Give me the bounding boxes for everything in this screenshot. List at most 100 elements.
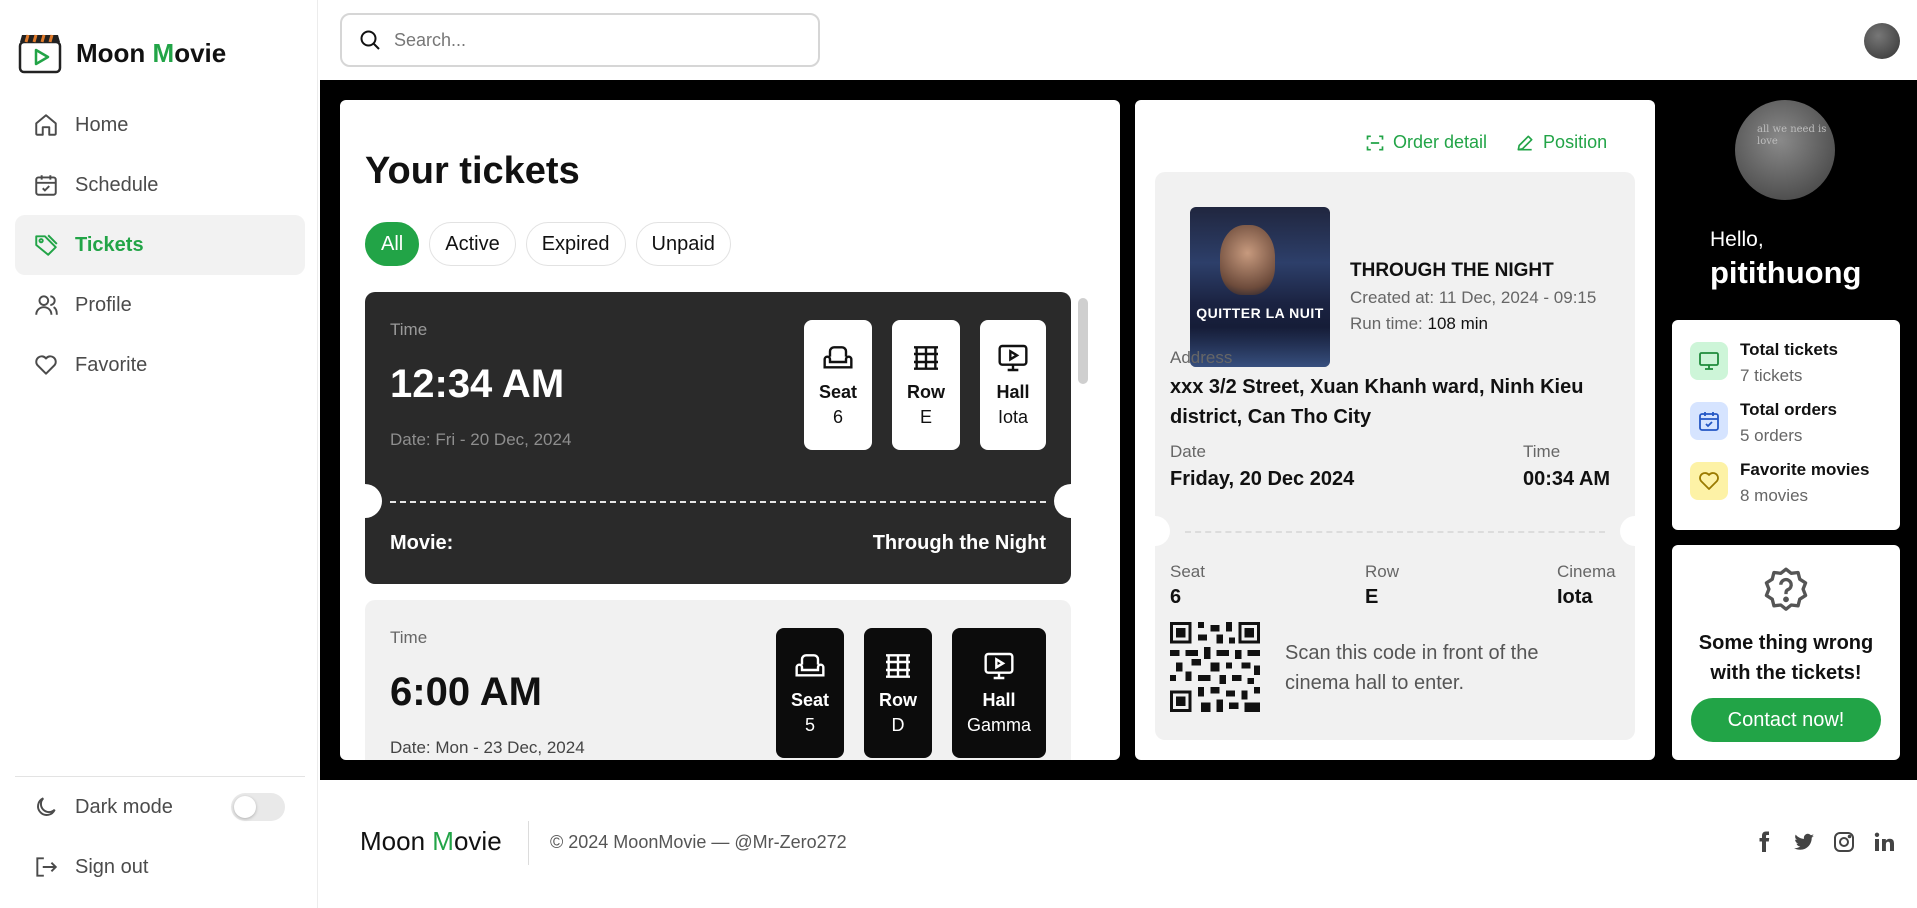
ticket-time-label: Time	[390, 320, 428, 339]
order-detail-button[interactable]: Order detail	[1365, 132, 1487, 153]
hall-label: Hall	[996, 382, 1030, 402]
home-icon	[35, 114, 57, 136]
screen-play-icon	[998, 344, 1028, 372]
header-avatar[interactable]	[1864, 23, 1900, 59]
avatar-text: all we need is love	[1757, 124, 1827, 147]
filter-active[interactable]: Active	[429, 222, 516, 266]
cinema-label: Cinema	[1557, 562, 1616, 581]
date-value: Friday, 20 Dec 2024	[1170, 468, 1355, 490]
social-links	[1752, 830, 1896, 854]
brand[interactable]: Moon Movie	[18, 32, 226, 74]
sidebar-item-schedule[interactable]: Schedule	[15, 155, 305, 215]
tickets-panel: Your tickets All Active Expired Unpaid T…	[340, 100, 1120, 760]
stat-icon-box	[1690, 402, 1728, 440]
hall-label: Hall	[982, 690, 1016, 710]
run-time-label: Run time:	[1350, 314, 1428, 333]
seat-label: Seat	[818, 382, 858, 402]
qr-code-icon	[1170, 622, 1260, 712]
sign-out-icon	[36, 857, 58, 877]
filter-unpaid[interactable]: Unpaid	[635, 222, 731, 266]
poster-face	[1220, 225, 1275, 295]
ticket-notch-left	[365, 484, 382, 518]
time-value: 00:34 AM	[1523, 468, 1611, 490]
run-time-value: 108 min	[1427, 314, 1488, 333]
filter-expired[interactable]: Expired	[525, 222, 626, 266]
ticket-card[interactable]: Time 12:34 AM Date: Fri - 20 Dec, 2024 S…	[365, 292, 1071, 584]
instagram-icon[interactable]	[1832, 830, 1856, 854]
footer-brand[interactable]: Moon Movie	[360, 826, 502, 857]
row-label: Row	[907, 382, 945, 402]
stat-value: 5 orders	[1740, 426, 1803, 445]
movie-label: Movie:	[390, 532, 454, 554]
armchair-icon	[795, 654, 825, 677]
ticket-notch-right	[1054, 484, 1071, 518]
calendar-check-icon	[1699, 412, 1719, 431]
clapperboard-logo-icon	[18, 34, 62, 74]
sidebar-item-tickets[interactable]: Tickets	[15, 215, 305, 275]
run-time: Run time: 108 min	[1350, 314, 1488, 334]
stat-title: Favorite movies	[1740, 460, 1870, 479]
row-box: Row E	[892, 320, 960, 450]
stat-title: Total tickets	[1740, 340, 1838, 359]
brand-name: Moon Movie	[76, 37, 227, 68]
stat-favorite-movies: Favorite movies 8 movies	[1690, 460, 1900, 520]
movie-title: THROUGH THE NIGHT	[1350, 260, 1554, 281]
footer-copyright: © 2024 MoonMovie — @Mr-Zero272	[550, 832, 847, 852]
sidebar: Moon Movie Home Schedule Tickets Profile…	[0, 0, 318, 908]
twitter-icon[interactable]	[1792, 830, 1816, 854]
facebook-icon[interactable]	[1752, 830, 1776, 854]
address-label: Address	[1170, 348, 1233, 367]
position-button[interactable]: Position	[1515, 132, 1607, 153]
ticket-time: 12:34 AM	[390, 362, 565, 406]
position-label: Position	[1543, 132, 1608, 152]
detail-divider	[1185, 531, 1605, 533]
greeting: Hello,	[1710, 228, 1764, 251]
tickets-scrollbar[interactable]	[1078, 298, 1088, 384]
order-detail-label: Order detail	[1393, 132, 1488, 152]
row-value: E	[919, 407, 932, 427]
ticket-time-label: Time	[390, 628, 428, 647]
user-stats-card: Total tickets 7 tickets Total orders 5 o…	[1672, 320, 1900, 530]
ticket-card[interactable]: Time 6:00 AM Date: Mon - 23 Dec, 2024 Se…	[365, 600, 1071, 760]
moon-icon	[37, 797, 56, 816]
sidebar-item-label: Favorite	[75, 353, 148, 376]
address-value: xxx 3/2 Street, Xuan Khanh ward, Ninh Ki…	[1170, 376, 1584, 428]
dark-mode-row: Dark mode	[15, 777, 305, 837]
detail-notch-right	[1620, 516, 1650, 546]
seat-value: 5	[804, 715, 815, 735]
movie-name: Through the Night	[872, 532, 1046, 554]
sidebar-item-profile[interactable]: Profile	[15, 275, 305, 335]
row-seats-icon	[914, 346, 938, 370]
detail-actions: Order detail Position	[1365, 132, 1607, 153]
monitor-icon	[1699, 352, 1719, 370]
stat-title: Total orders	[1740, 400, 1837, 419]
seat-box: Seat 5	[776, 628, 844, 758]
contact-now-button[interactable]: Contact now!	[1691, 698, 1881, 742]
seat-value: 6	[832, 407, 843, 427]
sidebar-item-favorite[interactable]: Favorite	[15, 335, 305, 395]
hall-box: Hall Gamma	[952, 628, 1046, 758]
page-title: Your tickets	[365, 150, 580, 192]
seat-box: Seat 6	[804, 320, 872, 450]
stat-value: 7 tickets	[1740, 366, 1803, 385]
row-label: Row	[879, 690, 917, 710]
search-input[interactable]	[394, 29, 794, 51]
stat-total-orders: Total orders 5 orders	[1690, 400, 1900, 460]
user-avatar[interactable]: all we need is love	[1735, 100, 1835, 200]
seat-value: 6	[1170, 586, 1182, 608]
stat-total-tickets: Total tickets 7 tickets	[1690, 340, 1900, 400]
ticket-date: Date: Mon - 23 Dec, 2024	[390, 738, 585, 757]
search-icon	[360, 30, 380, 50]
sign-out-label: Sign out	[75, 855, 149, 878]
movie-poster: QUITTER LA NUIT	[1190, 207, 1330, 367]
filter-all[interactable]: All	[365, 222, 420, 266]
detail-notch-left	[1140, 516, 1170, 546]
heart-icon	[35, 355, 57, 375]
sidebar-item-home[interactable]: Home	[15, 95, 305, 155]
dark-mode-label: Dark mode	[75, 795, 173, 818]
hall-box: Hall Iota	[980, 320, 1046, 450]
dark-mode-toggle[interactable]	[231, 793, 285, 821]
sign-out-button[interactable]: Sign out	[15, 837, 305, 897]
linkedin-icon[interactable]	[1872, 830, 1896, 854]
cinema-value: Iota	[1557, 586, 1593, 608]
